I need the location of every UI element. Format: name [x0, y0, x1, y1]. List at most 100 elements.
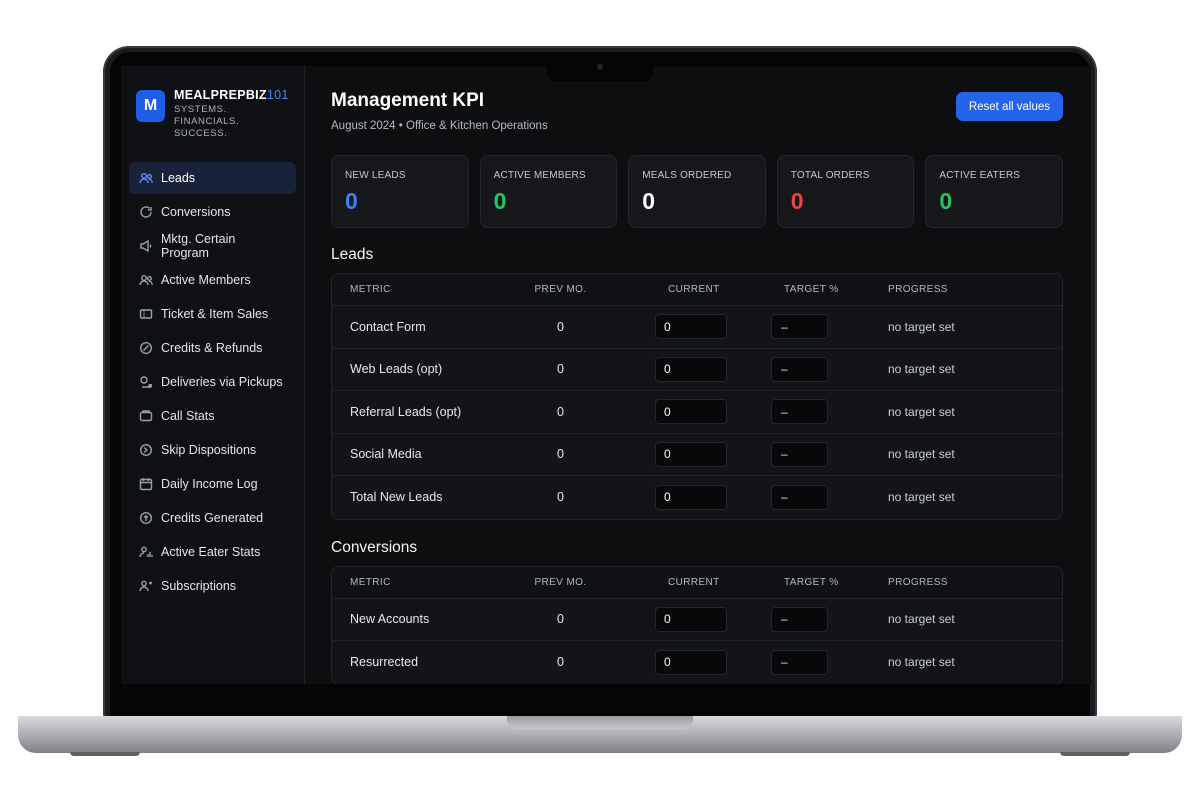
col-prev: PREV MO.	[534, 284, 587, 295]
sidebar-item-label: Active Members	[161, 273, 251, 287]
sidebar-item-daily-income-log[interactable]: Daily Income Log	[129, 468, 296, 500]
prev-month-value: 0	[557, 404, 564, 419]
col-target: TARGET %	[784, 576, 839, 588]
progress-cell: no target set	[888, 362, 1062, 376]
target-input[interactable]: –	[771, 441, 828, 467]
kpi-card-meals-ordered: MEALS ORDERED 0	[628, 155, 766, 228]
target-input[interactable]: –	[771, 399, 828, 425]
sidebar-item-leads[interactable]: Leads	[129, 162, 296, 194]
table-row: Referral Leads (opt) 0 0 – no target set	[332, 391, 1062, 434]
current-input[interactable]: 0	[655, 356, 727, 382]
sidebar-item-skip-dispositions[interactable]: Skip Dispositions	[129, 434, 296, 466]
sidebar-item-active-members[interactable]: Active Members	[129, 264, 296, 296]
target-input[interactable]: –	[771, 484, 828, 510]
sidebar-item-active-eater-stats[interactable]: Active Eater Stats	[129, 536, 296, 568]
kpi-label: TOTAL ORDERS	[790, 170, 870, 181]
sidebar-item-ticket-item-sales[interactable]: Ticket & Item Sales	[129, 298, 296, 330]
progress-text: no target set	[888, 362, 955, 377]
progress-cell: no target set	[888, 320, 1062, 334]
laptop-foot-right	[1060, 752, 1130, 756]
metric-name: Web Leads (opt)	[350, 362, 443, 377]
sidebar-item-label: Skip Dispositions	[161, 443, 257, 457]
app-screen: M MEALPREPBIZ101 SYSTEMS. FINANCIALS. SU…	[121, 66, 1091, 684]
progress-text: no target set	[888, 447, 955, 462]
brand-text: MEALPREPBIZ101 SYSTEMS. FINANCIALS. SUCC…	[174, 88, 289, 140]
refresh-icon	[139, 205, 153, 219]
kpi-label: MEALS ORDERED	[642, 170, 732, 181]
col-metric: METRIC	[350, 576, 391, 588]
sidebar-item-label: Subscriptions	[161, 579, 237, 593]
current-cell: 0	[605, 441, 750, 467]
kpi-label: NEW LEADS	[345, 170, 406, 181]
target-input[interactable]: –	[771, 314, 828, 340]
current-input[interactable]: 0	[655, 399, 727, 425]
brand-tagline-line1: SYSTEMS. FINANCIALS.	[174, 104, 240, 127]
progress-text: no target set	[888, 655, 955, 670]
progress-cell: no target set	[888, 405, 1062, 419]
refund-icon	[139, 341, 153, 355]
conversions-table: METRIC PREV MO. CURRENT TARGET % PROGRESS New…	[331, 565, 1063, 684]
sidebar-item-credits-refunds[interactable]: Credits & Refunds	[129, 332, 296, 364]
table-row: Social Media 0 0 – no target set	[332, 434, 1062, 476]
prev-month-value: 0	[557, 447, 564, 462]
laptop-opening-notch	[507, 716, 693, 729]
current-input[interactable]: 0	[655, 314, 727, 340]
kpi-card-new-leads: NEW LEADS 0	[331, 155, 469, 228]
kpi-cards: NEW LEADS 0 ACTIVE MEMBERS 0 MEALS ORDERED 0 T…	[331, 155, 1063, 228]
target-input[interactable]: –	[771, 606, 828, 632]
skip-icon	[139, 443, 153, 457]
sidebar-item-label: Credits Generated	[161, 511, 264, 525]
kpi-value: 0	[345, 188, 358, 214]
progress-cell: no target set	[888, 490, 1062, 504]
col-current: CURRENT	[668, 284, 720, 295]
reset-all-button[interactable]: Reset all values	[955, 92, 1063, 121]
current-input[interactable]: 0	[655, 441, 727, 467]
col-progress: PROGRESS	[888, 576, 948, 588]
users-icon	[139, 273, 153, 287]
current-input[interactable]: 0	[655, 606, 727, 632]
brand-tagline: SYSTEMS. FINANCIALS. SUCCESS.	[174, 104, 289, 140]
page-title: Management KPI	[331, 90, 485, 111]
kpi-card-total-orders: TOTAL ORDERS 0	[776, 155, 915, 228]
target-cell: –	[750, 484, 888, 510]
kpi-value: 0	[642, 188, 655, 214]
metric-name: Contact Form	[350, 319, 426, 334]
target-cell: –	[750, 649, 888, 675]
current-cell: 0	[605, 314, 750, 340]
table-row: Web Leads (opt) 0 0 – no target set	[332, 349, 1062, 391]
col-metric: METRIC	[350, 284, 391, 295]
kpi-card-active-members: ACTIVE MEMBERS 0	[479, 155, 618, 228]
sidebar-item-credits-generated[interactable]: Credits Generated	[129, 502, 296, 534]
target-cell: –	[750, 399, 888, 425]
sidebar: M MEALPREPBIZ101 SYSTEMS. FINANCIALS. SU…	[121, 66, 305, 684]
current-input[interactable]: 0	[655, 484, 727, 510]
sidebar-item-call-stats[interactable]: Call Stats	[129, 400, 296, 432]
brand-tagline-line2: SUCCESS.	[174, 128, 228, 139]
title-block: Management KPI August 2024 • Office & Ki…	[331, 90, 548, 132]
target-input[interactable]: –	[771, 356, 828, 382]
current-input[interactable]: 0	[655, 649, 727, 675]
phone-icon	[139, 409, 153, 423]
sidebar-item-deliveries-via-pickups[interactable]: Deliveries via Pickups	[129, 366, 296, 398]
col-prev: PREV MO.	[534, 576, 587, 588]
progress-text: no target set	[888, 612, 955, 627]
main-content: Management KPI August 2024 • Office & Ki…	[305, 66, 1091, 684]
target-input[interactable]: –	[771, 649, 828, 675]
leads-table: METRIC PREV MO. CURRENT TARGET % PROGRESS Con…	[331, 273, 1063, 520]
progress-cell: no target set	[888, 447, 1062, 461]
brand[interactable]: M MEALPREPBIZ101 SYSTEMS. FINANCIALS. SU…	[129, 86, 296, 162]
sidebar-nav: Leads Conversions Mktg. Certain Program Act…	[129, 162, 296, 602]
target-cell: –	[750, 606, 888, 632]
sidebar-item-mktg-certain-program[interactable]: Mktg. Certain Program	[129, 230, 296, 262]
sidebar-item-label: Credits & Refunds	[161, 341, 263, 355]
sidebar-item-conversions[interactable]: Conversions	[129, 196, 296, 228]
sidebar-item-label: Call Stats	[161, 409, 215, 423]
kpi-value: 0	[939, 188, 953, 214]
sidebar-item-subscriptions[interactable]: Subscriptions	[129, 570, 296, 602]
current-cell: 0	[605, 649, 750, 675]
camera-icon	[597, 64, 603, 70]
brand-name-main: MEALPREPBIZ	[174, 88, 267, 102]
sidebar-item-label: Deliveries via Pickups	[161, 375, 283, 389]
table-header: METRIC PREV MO. CURRENT TARGET % PROGRESS	[332, 274, 1062, 306]
users-icon	[139, 171, 153, 185]
